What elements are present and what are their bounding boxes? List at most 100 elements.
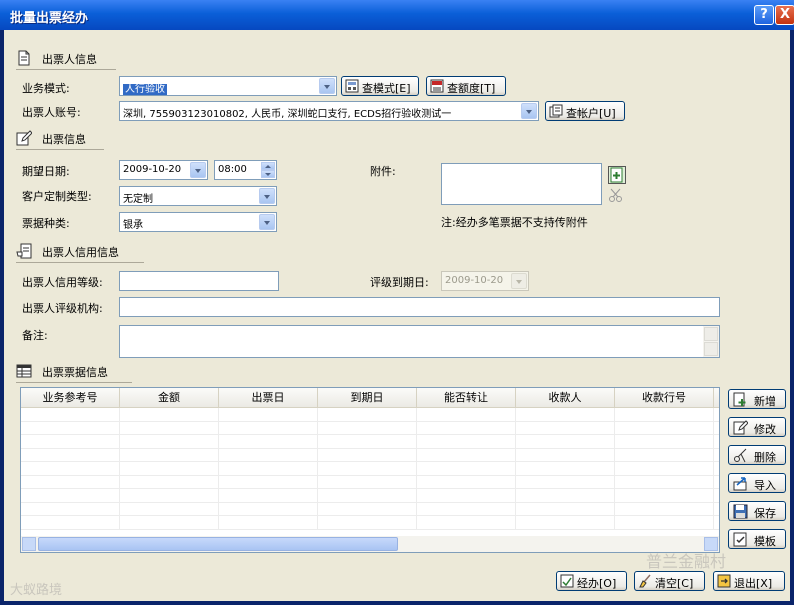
table-cell[interactable] [417, 516, 516, 529]
table-cell[interactable] [615, 435, 714, 448]
business-mode-select[interactable]: 人行验收 [119, 76, 337, 96]
rating-agency-input[interactable] [119, 297, 720, 317]
table-cell[interactable] [120, 448, 219, 461]
clear-button[interactable]: 清空[C] [634, 571, 705, 591]
table-cell[interactable] [516, 475, 615, 488]
table-cell[interactable] [120, 502, 219, 515]
table-cell[interactable] [219, 408, 318, 421]
table-cell[interactable] [21, 489, 120, 502]
time-spinner[interactable] [261, 162, 275, 178]
table-cell[interactable] [318, 448, 417, 461]
drawer-account-select[interactable]: 深圳, 755903123010802, 人民币, 深圳蛇口支行, ECDS招行… [119, 101, 539, 121]
scroll-thumb[interactable] [38, 537, 398, 551]
table-row[interactable] [21, 489, 719, 503]
table-cell[interactable] [417, 421, 516, 434]
add-button[interactable]: 新增 [728, 389, 786, 409]
save-button[interactable]: 保存 [728, 501, 786, 521]
expected-time-input[interactable]: 08:00 [214, 160, 277, 180]
submit-button[interactable]: 经办[O] [556, 571, 627, 591]
table-cell[interactable] [516, 502, 615, 515]
table-cell[interactable] [219, 462, 318, 475]
table-cell[interactable] [21, 516, 120, 529]
column-header[interactable]: 到期日 [318, 388, 417, 408]
table-cell[interactable] [21, 448, 120, 461]
table-row[interactable] [21, 516, 719, 530]
custom-type-select[interactable]: 无定制 [119, 186, 277, 206]
chevron-down-icon[interactable] [521, 103, 537, 119]
table-cell[interactable] [615, 475, 714, 488]
scroll-down-arrow[interactable] [704, 342, 718, 356]
column-header[interactable]: 能否转让 [417, 388, 516, 408]
query-mode-button[interactable]: 查模式[E] [341, 76, 419, 96]
table-cell[interactable] [516, 462, 615, 475]
table-row[interactable] [21, 435, 719, 449]
table-cell[interactable] [417, 448, 516, 461]
table-cell[interactable] [615, 421, 714, 434]
template-button[interactable]: 模板 [728, 529, 786, 549]
table-row[interactable] [21, 421, 719, 435]
table-cell[interactable] [615, 502, 714, 515]
close-button[interactable]: X [775, 5, 794, 25]
table-cell[interactable] [219, 435, 318, 448]
table-cell[interactable] [417, 502, 516, 515]
table-cell[interactable] [516, 448, 615, 461]
query-account-button[interactable]: 查帐户[U] [545, 101, 625, 121]
scroll-up-arrow[interactable] [704, 327, 718, 341]
table-cell[interactable] [516, 435, 615, 448]
scroll-left-arrow[interactable] [22, 537, 36, 551]
table-cell[interactable] [318, 408, 417, 421]
table-cell[interactable] [318, 516, 417, 529]
table-cell[interactable] [120, 516, 219, 529]
exit-button[interactable]: 退出[X] [713, 571, 785, 591]
table-cell[interactable] [120, 408, 219, 421]
edit-button[interactable]: 修改 [728, 417, 786, 437]
table-cell[interactable] [615, 448, 714, 461]
chevron-down-icon[interactable] [190, 162, 206, 178]
table-cell[interactable] [21, 421, 120, 434]
title-bar[interactable]: 批量出票经办 ? X [0, 0, 794, 30]
table-cell[interactable] [120, 462, 219, 475]
table-cell[interactable] [318, 435, 417, 448]
grid-hscrollbar[interactable] [21, 536, 719, 552]
table-cell[interactable] [120, 435, 219, 448]
column-header[interactable]: 出票日 [219, 388, 318, 408]
table-cell[interactable] [417, 435, 516, 448]
table-cell[interactable] [219, 489, 318, 502]
table-cell[interactable] [120, 421, 219, 434]
table-cell[interactable] [219, 421, 318, 434]
remove-attachment-button[interactable] [608, 187, 626, 205]
table-cell[interactable] [417, 462, 516, 475]
chevron-down-icon[interactable] [259, 214, 275, 230]
bill-kind-select[interactable]: 银承 [119, 212, 277, 232]
table-cell[interactable] [318, 489, 417, 502]
bill-grid[interactable]: 业务参考号 金额 出票日 到期日 能否转让 收款人 收款行号 [20, 387, 720, 553]
column-header[interactable]: 金额 [120, 388, 219, 408]
table-cell[interactable] [21, 502, 120, 515]
table-cell[interactable] [516, 421, 615, 434]
table-cell[interactable] [318, 502, 417, 515]
remarks-textarea[interactable] [119, 325, 720, 358]
table-cell[interactable] [615, 489, 714, 502]
table-cell[interactable] [219, 448, 318, 461]
remarks-scrollbar[interactable] [703, 326, 719, 357]
help-button[interactable]: ? [754, 5, 774, 25]
table-row[interactable] [21, 408, 719, 422]
table-cell[interactable] [219, 502, 318, 515]
table-cell[interactable] [21, 408, 120, 421]
table-cell[interactable] [615, 516, 714, 529]
credit-grade-input[interactable] [119, 271, 279, 291]
chevron-down-icon[interactable] [259, 188, 275, 204]
table-cell[interactable] [318, 475, 417, 488]
table-cell[interactable] [219, 516, 318, 529]
table-cell[interactable] [516, 489, 615, 502]
chevron-down-icon[interactable] [319, 78, 335, 94]
column-header[interactable]: 业务参考号 [21, 388, 120, 408]
table-row[interactable] [21, 462, 719, 476]
table-cell[interactable] [615, 462, 714, 475]
table-cell[interactable] [21, 462, 120, 475]
table-cell[interactable] [318, 421, 417, 434]
column-header[interactable]: 收款人 [516, 388, 615, 408]
table-row[interactable] [21, 475, 719, 489]
attachment-list[interactable] [441, 163, 602, 205]
table-cell[interactable] [120, 489, 219, 502]
